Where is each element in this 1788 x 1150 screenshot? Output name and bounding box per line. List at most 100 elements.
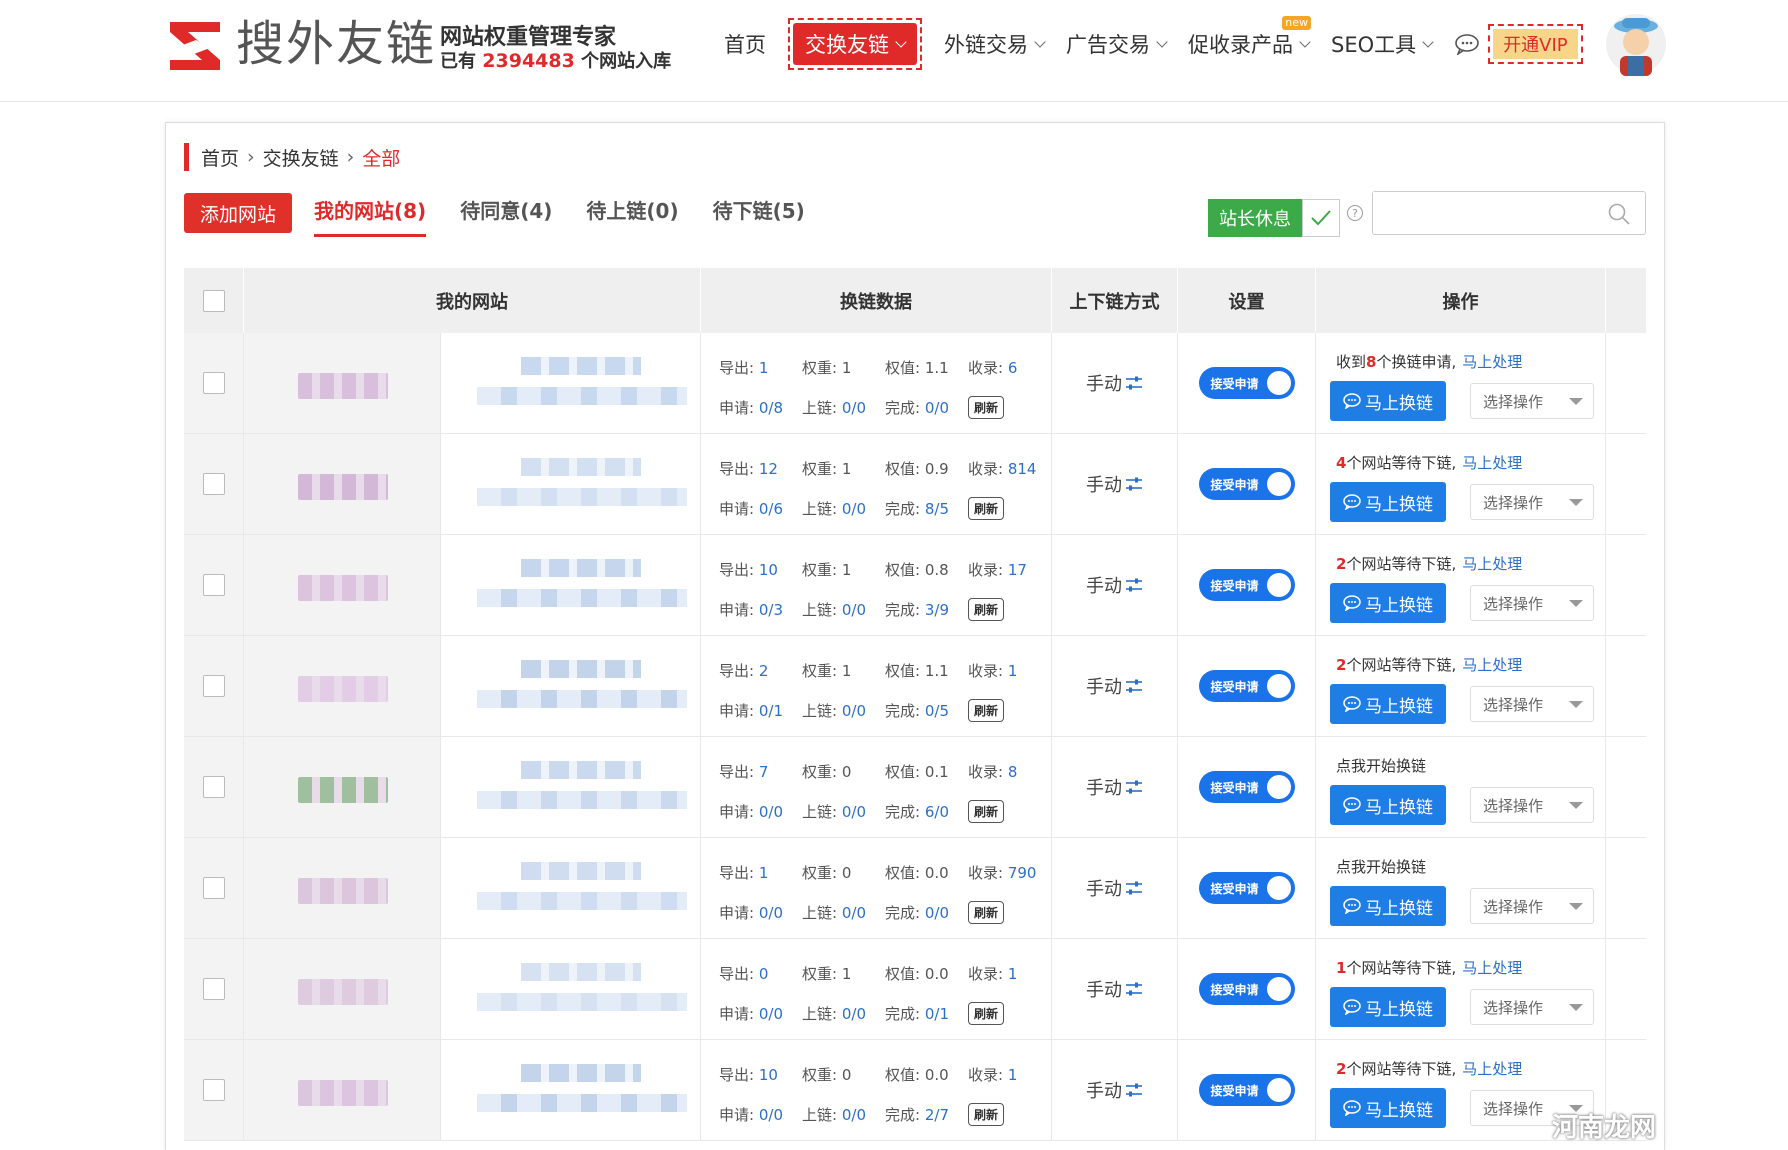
select-all-checkbox[interactable] bbox=[202, 289, 225, 312]
site-info[interactable] bbox=[441, 434, 701, 534]
apply-value[interactable]: 0/0 bbox=[759, 1005, 783, 1023]
online-value[interactable]: 0/0 bbox=[842, 803, 866, 821]
accept-request-toggle[interactable]: 接受申请 bbox=[1198, 670, 1295, 702]
accept-request-toggle[interactable]: 接受申请 bbox=[1198, 771, 1295, 803]
row-checkbox[interactable] bbox=[202, 574, 225, 596]
select-operation-dropdown[interactable]: 选择操作 bbox=[1470, 989, 1594, 1025]
avatar[interactable] bbox=[1606, 12, 1666, 76]
mode-selector[interactable]: 手动 bbox=[1086, 875, 1143, 901]
rest-checkbox[interactable] bbox=[1302, 199, 1340, 237]
done-value[interactable]: 8/5 bbox=[925, 500, 949, 518]
mode-selector[interactable]: 手动 bbox=[1086, 673, 1143, 699]
rest-button[interactable]: 站长休息 bbox=[1208, 199, 1302, 237]
accept-request-toggle[interactable]: 接受申请 bbox=[1198, 367, 1295, 399]
done-value[interactable]: 6/0 bbox=[925, 803, 949, 821]
site-info[interactable] bbox=[441, 939, 701, 1039]
mode-selector[interactable]: 手动 bbox=[1086, 774, 1143, 800]
search-icon[interactable] bbox=[1607, 202, 1631, 226]
handle-link[interactable]: 马上处理 bbox=[1462, 555, 1522, 573]
handle-link[interactable]: 马上处理 bbox=[1462, 959, 1522, 977]
handle-link[interactable]: 马上处理 bbox=[1462, 353, 1522, 371]
nav-ads[interactable]: 广告交易 bbox=[1066, 18, 1168, 70]
done-value[interactable]: 2/7 bbox=[925, 1106, 949, 1124]
mode-selector[interactable]: 手动 bbox=[1086, 471, 1143, 497]
online-value[interactable]: 0/0 bbox=[842, 1106, 866, 1124]
select-operation-dropdown[interactable]: 选择操作 bbox=[1470, 585, 1594, 621]
row-checkbox[interactable] bbox=[202, 675, 225, 697]
site-info[interactable] bbox=[441, 535, 701, 635]
exchange-now-button[interactable]: 马上换链 bbox=[1330, 886, 1446, 926]
refresh-button[interactable]: 刷新 bbox=[968, 698, 1005, 722]
refresh-button[interactable]: 刷新 bbox=[968, 395, 1005, 419]
brand-name[interactable]: 搜外友链 bbox=[236, 14, 436, 74]
tab-pending-offline[interactable]: 待下链(5) bbox=[713, 193, 805, 237]
select-operation-dropdown[interactable]: 选择操作 bbox=[1470, 383, 1594, 419]
accept-request-toggle[interactable]: 接受申请 bbox=[1198, 468, 1295, 500]
export-value[interactable]: 10 bbox=[759, 1066, 778, 1084]
site-info[interactable] bbox=[441, 737, 701, 837]
done-value[interactable]: 0/0 bbox=[925, 904, 949, 922]
export-value[interactable]: 1 bbox=[759, 359, 769, 377]
refresh-button[interactable]: 刷新 bbox=[968, 1001, 1005, 1025]
refresh-button[interactable]: 刷新 bbox=[968, 900, 1005, 924]
nav-home[interactable]: 首页 bbox=[724, 18, 766, 70]
export-value[interactable]: 12 bbox=[759, 460, 778, 478]
apply-value[interactable]: 0/6 bbox=[759, 500, 783, 518]
apply-value[interactable]: 0/0 bbox=[759, 803, 783, 821]
online-value[interactable]: 0/0 bbox=[842, 904, 866, 922]
refresh-button[interactable]: 刷新 bbox=[968, 496, 1005, 520]
apply-value[interactable]: 0/0 bbox=[759, 1106, 783, 1124]
done-value[interactable]: 0/5 bbox=[925, 702, 949, 720]
nav-outlinks[interactable]: 外链交易 bbox=[944, 18, 1046, 70]
indexed-value[interactable]: 814 bbox=[1008, 460, 1037, 478]
indexed-value[interactable]: 1 bbox=[1008, 965, 1018, 983]
tab-my-sites[interactable]: 我的网站(8) bbox=[314, 193, 427, 237]
apply-value[interactable]: 0/1 bbox=[759, 702, 783, 720]
site-info[interactable] bbox=[441, 838, 701, 938]
select-operation-dropdown[interactable]: 选择操作 bbox=[1470, 484, 1594, 520]
exchange-now-button[interactable]: 马上换链 bbox=[1330, 987, 1446, 1027]
export-value[interactable]: 1 bbox=[759, 864, 769, 882]
exchange-now-button[interactable]: 马上换链 bbox=[1330, 381, 1446, 421]
row-checkbox[interactable] bbox=[202, 978, 225, 1000]
vip-button[interactable]: 开通VIP bbox=[1488, 24, 1583, 64]
nav-seo[interactable]: SEO工具 bbox=[1331, 18, 1434, 70]
indexed-value[interactable]: 6 bbox=[1008, 359, 1018, 377]
online-value[interactable]: 0/0 bbox=[842, 1005, 866, 1023]
indexed-value[interactable]: 8 bbox=[1008, 763, 1018, 781]
online-value[interactable]: 0/0 bbox=[842, 601, 866, 619]
chat-icon[interactable] bbox=[1454, 33, 1480, 55]
accept-request-toggle[interactable]: 接受申请 bbox=[1198, 973, 1295, 1005]
search-input[interactable] bbox=[1373, 192, 1593, 232]
logo-icon[interactable] bbox=[166, 18, 224, 74]
exchange-now-button[interactable]: 马上换链 bbox=[1330, 785, 1446, 825]
export-value[interactable]: 0 bbox=[759, 965, 769, 983]
indexed-value[interactable]: 17 bbox=[1008, 561, 1027, 579]
row-checkbox[interactable] bbox=[202, 776, 225, 798]
apply-value[interactable]: 0/0 bbox=[759, 904, 783, 922]
handle-link[interactable]: 马上处理 bbox=[1462, 454, 1522, 472]
handle-link[interactable]: 马上处理 bbox=[1462, 1060, 1522, 1078]
done-value[interactable]: 3/9 bbox=[925, 601, 949, 619]
done-value[interactable]: 0/0 bbox=[925, 399, 949, 417]
indexed-value[interactable]: 1 bbox=[1008, 662, 1018, 680]
add-site-button[interactable]: 添加网站 bbox=[184, 193, 292, 233]
online-value[interactable]: 0/0 bbox=[842, 500, 866, 518]
breadcrumb-section[interactable]: 交换友链 bbox=[263, 144, 339, 171]
online-value[interactable]: 0/0 bbox=[842, 399, 866, 417]
accept-request-toggle[interactable]: 接受申请 bbox=[1198, 872, 1295, 904]
indexed-value[interactable]: 1 bbox=[1008, 1066, 1018, 1084]
apply-value[interactable]: 0/8 bbox=[759, 399, 783, 417]
refresh-button[interactable]: 刷新 bbox=[968, 597, 1005, 621]
exchange-now-button[interactable]: 马上换链 bbox=[1330, 482, 1446, 522]
row-checkbox[interactable] bbox=[202, 372, 225, 394]
mode-selector[interactable]: 手动 bbox=[1086, 370, 1143, 396]
mode-selector[interactable]: 手动 bbox=[1086, 976, 1143, 1002]
exchange-now-button[interactable]: 马上换链 bbox=[1330, 1088, 1446, 1128]
nav-exchange[interactable]: 交换友链 bbox=[788, 18, 922, 70]
handle-link[interactable]: 马上处理 bbox=[1462, 656, 1522, 674]
online-value[interactable]: 0/0 bbox=[842, 702, 866, 720]
accept-request-toggle[interactable]: 接受申请 bbox=[1198, 569, 1295, 601]
refresh-button[interactable]: 刷新 bbox=[968, 1102, 1005, 1126]
select-operation-dropdown[interactable]: 选择操作 bbox=[1470, 787, 1594, 823]
